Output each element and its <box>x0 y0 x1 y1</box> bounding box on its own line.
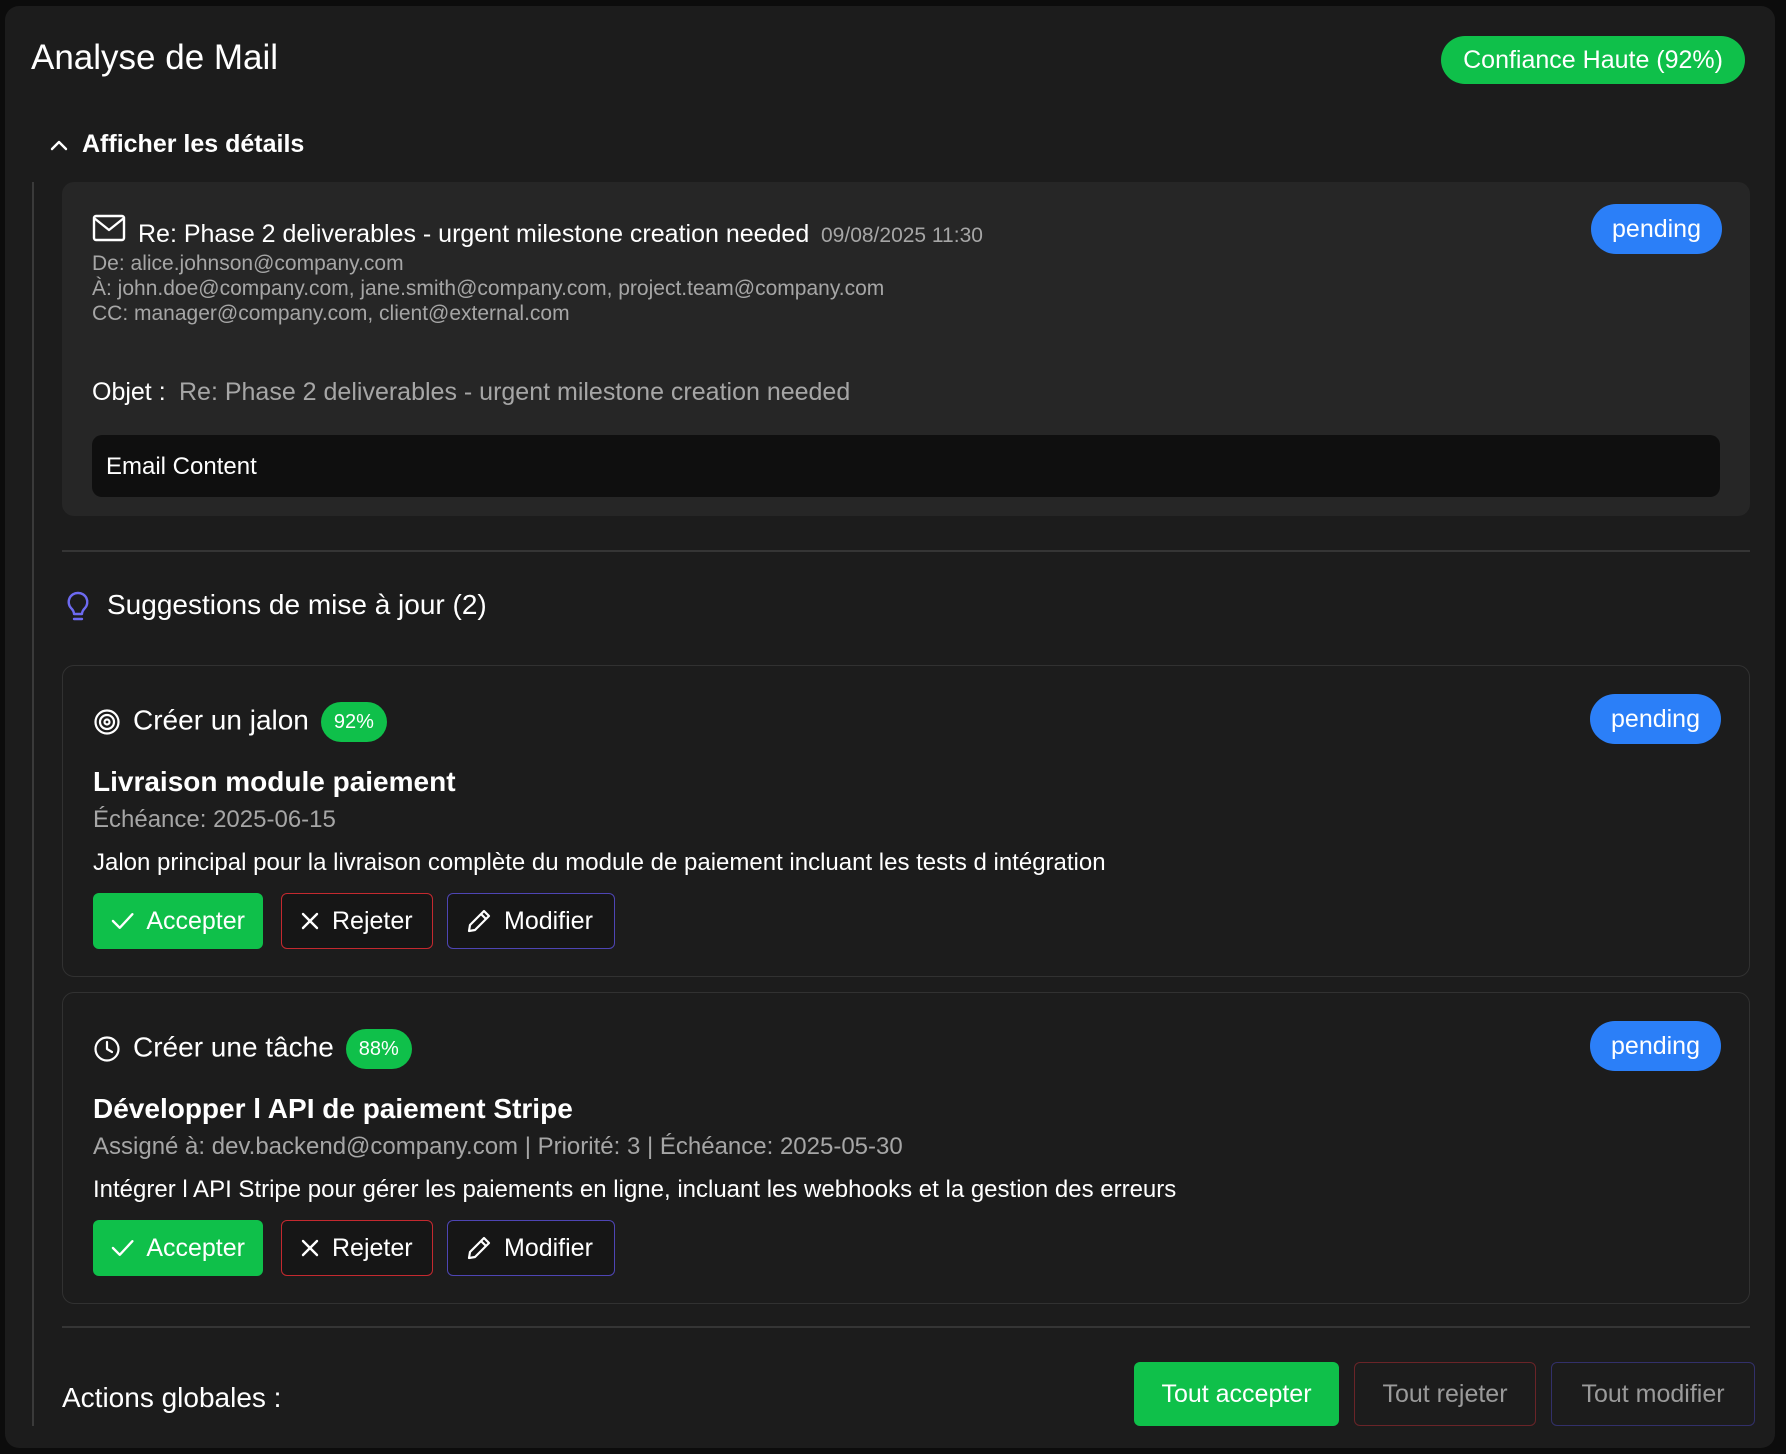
suggestion-card: Créer un jalon 92% pending Livraison modu… <box>62 665 1750 977</box>
suggestions-heading-text: Suggestions de mise à jour (2) <box>107 589 487 620</box>
suggestion-title: Livraison module paiement <box>93 766 456 797</box>
email-status-badge: pending <box>1591 204 1722 254</box>
email-card: Re: Phase 2 deliverables - urgent milest… <box>62 182 1750 516</box>
suggestion-type-label: Créer une tâche <box>133 1031 334 1063</box>
suggestion-type: Créer une tâche 88% <box>93 1029 412 1069</box>
page-title: Analyse de Mail <box>31 38 279 77</box>
email-subject: Re: Phase 2 deliverables - urgent milest… <box>138 220 810 248</box>
section-divider <box>62 550 1750 552</box>
suggestion-description: Intégrer l API Stripe pour gérer les pai… <box>93 1176 1177 1203</box>
modify-button[interactable]: Modifier <box>447 893 615 949</box>
accept-button-label: Accepter <box>146 906 245 935</box>
email-date: 09/08/2025 11:30 <box>821 224 983 247</box>
modify-all-button[interactable]: Tout modifier <box>1551 1362 1755 1426</box>
suggestion-title: Développer l API de paiement Stripe <box>93 1093 573 1124</box>
target-icon <box>94 709 120 735</box>
accept-all-button[interactable]: Tout accepter <box>1134 1362 1339 1426</box>
details-divider <box>32 182 34 1426</box>
suggestion-type-label: Créer un jalon <box>133 704 309 736</box>
suggestion-meta: Échéance: 2025-06-15 <box>93 806 336 833</box>
suggestion-status-badge: pending <box>1590 1021 1721 1071</box>
details-toggle-label: Afficher les détails <box>82 130 305 158</box>
suggestion-meta: Assigné à: dev.backend@company.com | Pri… <box>93 1133 903 1160</box>
reject-button[interactable]: Rejeter <box>281 893 433 949</box>
confidence-pill: 92% <box>320 702 387 742</box>
modify-button[interactable]: Modifier <box>447 1220 615 1276</box>
suggestion-description: Jalon principal pour la livraison complè… <box>93 849 1106 876</box>
email-content-text: Email Content <box>106 453 257 480</box>
check-icon <box>111 913 134 929</box>
email-content-box[interactable]: Email Content <box>92 435 1720 497</box>
reject-button-label: Rejeter <box>332 906 413 935</box>
modify-button-label: Modifier <box>504 1233 593 1262</box>
email-cc: CC: manager@company.com, client@external… <box>92 302 570 325</box>
suggestion-type: Créer un jalon 92% <box>93 702 387 742</box>
email-from: De: alice.johnson@company.com <box>92 252 404 275</box>
details-toggle[interactable]: Afficher les détails <box>50 130 304 159</box>
confidence-badge: Confiance Haute (92%) <box>1441 36 1745 84</box>
suggestion-status-badge: pending <box>1590 694 1721 744</box>
email-to: À: john.doe@company.com, jane.smith@comp… <box>92 277 885 300</box>
reject-button[interactable]: Rejeter <box>281 1220 433 1276</box>
suggestions-heading: Suggestions de mise à jour (2) <box>67 589 487 623</box>
chevron-up-icon <box>50 141 68 151</box>
close-icon <box>301 1239 319 1257</box>
object-label: Objet : <box>92 378 166 406</box>
mail-icon <box>92 214 126 242</box>
accept-button[interactable]: Accepter <box>93 1220 263 1276</box>
check-icon <box>111 1240 134 1256</box>
pencil-icon <box>467 909 491 933</box>
accept-button[interactable]: Accepter <box>93 893 263 949</box>
lightbulb-icon <box>67 591 89 620</box>
clock-icon <box>94 1036 120 1062</box>
pencil-icon <box>467 1236 491 1260</box>
accept-button-label: Accepter <box>146 1233 245 1262</box>
mail-analysis-panel: Analyse de Mail Confiance Haute (92%) Af… <box>5 6 1775 1448</box>
reject-all-button[interactable]: Tout rejeter <box>1354 1362 1536 1426</box>
reject-button-label: Rejeter <box>332 1233 413 1262</box>
object-value: Re: Phase 2 deliverables - urgent milest… <box>179 378 851 406</box>
global-actions-divider <box>62 1326 1750 1328</box>
confidence-pill: 88% <box>345 1029 412 1069</box>
global-actions-label: Actions globales : <box>62 1382 282 1413</box>
modify-button-label: Modifier <box>504 906 593 935</box>
suggestion-card: Créer une tâche 88% pending Développer l … <box>62 992 1750 1304</box>
close-icon <box>301 912 319 930</box>
